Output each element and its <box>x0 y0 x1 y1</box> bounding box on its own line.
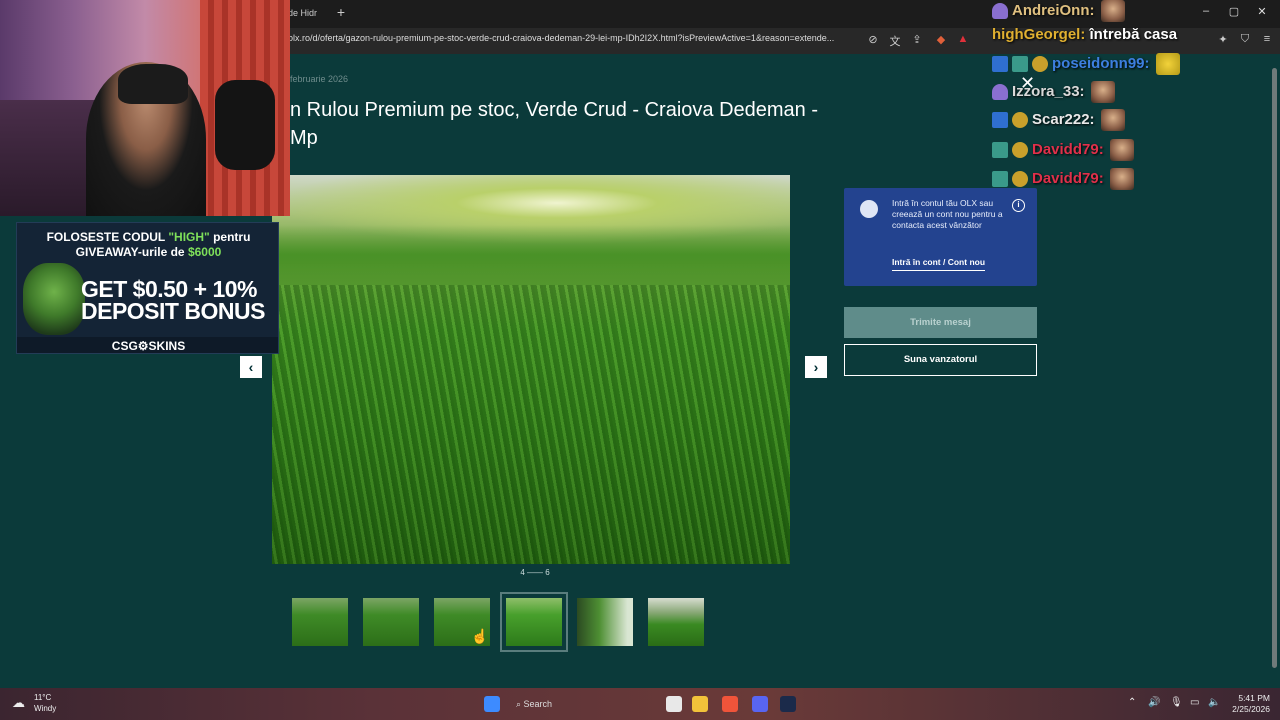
weather-desc[interactable]: Windy <box>34 704 56 713</box>
clock-date: 2/25/2026 <box>1232 704 1270 714</box>
chat-message: Izzora_33: <box>992 81 1115 105</box>
emote-icon <box>1109 139 1134 161</box>
sub-badge-icon <box>1032 56 1048 72</box>
steam-icon[interactable] <box>780 696 796 712</box>
emote-icon <box>1155 53 1180 75</box>
prime-badge-icon <box>992 112 1008 128</box>
chat-username: Davidd79: <box>1032 140 1104 158</box>
new-tab-button[interactable]: + <box>334 4 348 22</box>
chat-username: AndreiOnn: <box>1012 1 1095 19</box>
chat-username: poseidonn99: <box>1052 54 1150 72</box>
prev-image-button[interactable]: ‹ <box>240 356 262 378</box>
ad-line2-a: GIVEAWAY-urile de <box>75 245 188 259</box>
browser-tab[interactable]: de Hidr <box>282 4 338 24</box>
og-badge-icon <box>992 142 1008 158</box>
chat-username: Davidd79: <box>1032 169 1104 187</box>
hand-cursor-icon: ☝ <box>471 628 489 644</box>
thumbnail-6[interactable] <box>648 598 704 646</box>
thumbnail-2[interactable] <box>363 598 419 646</box>
user-avatar-icon <box>860 200 878 218</box>
volume-icon[interactable]: 🔈 <box>1208 697 1220 708</box>
webcam-microphone <box>215 80 275 170</box>
brave-shield-icon[interactable]: ◆ <box>934 33 948 46</box>
file-explorer-icon[interactable] <box>692 696 708 712</box>
chat-username: Scar222: <box>1032 110 1095 128</box>
rewards-icon[interactable]: ▲ <box>956 33 970 45</box>
taskbar-search[interactable]: ⌕ Search <box>512 694 568 714</box>
login-prompt-box: Intră în contul tău OLX sau creează un c… <box>844 188 1037 286</box>
ad-code: "HIGH" <box>168 230 210 244</box>
emote-icon <box>1100 109 1125 131</box>
call-seller-button[interactable]: Suna vanzatorul <box>844 344 1037 376</box>
next-image-button[interactable]: › <box>805 356 827 378</box>
login-register-link[interactable]: Intră în cont / Cont nou <box>892 257 986 271</box>
ad-mascot-icon <box>23 263 85 335</box>
clock-time: 5:41 PM <box>1238 693 1270 703</box>
translate-icon[interactable]: 文 <box>888 33 902 49</box>
chat-text: întrebă casa <box>1085 26 1178 43</box>
ad-subheadline: DEPOSIT BONUS <box>81 298 265 324</box>
chat-message: Davidd79: <box>992 168 1134 192</box>
image-counter: 4 —— 6 <box>505 568 565 577</box>
ad-line-code: FOLOSESTE CODUL "HIGH" pentru <box>17 230 278 244</box>
login-prompt-text: Intră în contul tău OLX sau creează un c… <box>892 198 1003 230</box>
url-field[interactable]: olx.ro/d/oferta/gazon-rulou-premium-pe-s… <box>288 33 834 43</box>
ad-line-giveaway: GIVEAWAY-urile de $6000 <box>17 245 278 259</box>
close-icon[interactable]: ✕ <box>1020 73 1035 94</box>
emote-icon <box>1109 168 1134 190</box>
search-label: Search <box>523 699 553 709</box>
send-message-button[interactable]: Trimite mesaj <box>844 307 1037 338</box>
search-icon: ⌕ <box>516 699 524 709</box>
og-badge-icon <box>992 171 1008 187</box>
main-listing-image[interactable] <box>272 175 790 564</box>
thumbnail-4-selected[interactable] <box>500 592 568 652</box>
webcam-headphones <box>118 64 188 104</box>
weather-icon[interactable]: ☁ <box>12 695 25 711</box>
info-icon[interactable]: i <box>1012 199 1025 212</box>
listing-title: n Rulou Premium pe stoc, Verde Crud - Cr… <box>290 99 819 149</box>
listing-date: februarie 2026 <box>290 74 349 84</box>
windows-start-icon[interactable] <box>484 696 500 712</box>
windows-taskbar: ☁ 11°C Windy ⌕ Search ⌃ 🔊 🎙 ▭ 🔈 5:41 PM … <box>0 688 1280 720</box>
brave-browser-icon[interactable] <box>722 696 738 712</box>
chat-message: Scar222: <box>992 109 1125 133</box>
chat-message: Davidd79: <box>992 139 1134 163</box>
crown-badge-icon <box>992 84 1008 100</box>
image-counter-total: 6 <box>545 568 550 577</box>
display-icon[interactable]: ▭ <box>1190 697 1199 708</box>
taskbar-clock[interactable]: 5:41 PM 2/25/2026 <box>1228 693 1270 715</box>
chat-username: highGeorgel: <box>992 26 1086 43</box>
microphone-icon[interactable]: 🎙 <box>1170 697 1183 708</box>
speaker-icon[interactable]: 🔊 <box>1148 697 1160 708</box>
sub-badge-icon <box>1012 112 1028 128</box>
tracking-off-icon[interactable]: ⊘ <box>866 33 880 46</box>
chat-message: highGeorgel: întrebă casa <box>992 26 1177 50</box>
thumbnail-5[interactable] <box>577 598 633 646</box>
ad-line1-a: FOLOSESTE CODUL <box>46 230 169 244</box>
counter-divider: —— <box>527 568 543 577</box>
emote-icon <box>1090 81 1115 103</box>
weather-temp[interactable]: 11°C <box>34 693 51 702</box>
tray-chevron-icon[interactable]: ⌃ <box>1128 697 1136 708</box>
chat-message: AndreiOnn: <box>992 0 1125 24</box>
streamer-webcam <box>0 0 290 216</box>
thumbnail-1[interactable] <box>292 598 348 646</box>
crown-badge-icon <box>992 3 1008 19</box>
stream-chat-overlay: AndreiOnn: highGeorgel: întrebă casa pos… <box>990 0 1280 200</box>
ad-brand: CSG⚙SKINS <box>17 337 278 353</box>
image-counter-current: 4 <box>520 568 525 577</box>
share-icon[interactable]: ⇪ <box>910 33 924 46</box>
discord-icon[interactable] <box>752 696 768 712</box>
sub-badge-icon <box>1012 142 1028 158</box>
ad-amount: $6000 <box>187 245 222 259</box>
task-view-icon[interactable] <box>666 696 682 712</box>
csgoskins-ad-banner: FOLOSESTE CODUL "HIGH" pentru GIVEAWAY-u… <box>16 222 279 354</box>
sub-badge-icon <box>1012 171 1028 187</box>
image-grass-texture <box>272 285 790 564</box>
emote-icon <box>1100 0 1125 22</box>
ad-line1-b: pentru <box>209 230 251 244</box>
prime-badge-icon <box>992 56 1008 72</box>
image-grass-band <box>272 225 790 285</box>
og-badge-icon <box>1012 56 1028 72</box>
